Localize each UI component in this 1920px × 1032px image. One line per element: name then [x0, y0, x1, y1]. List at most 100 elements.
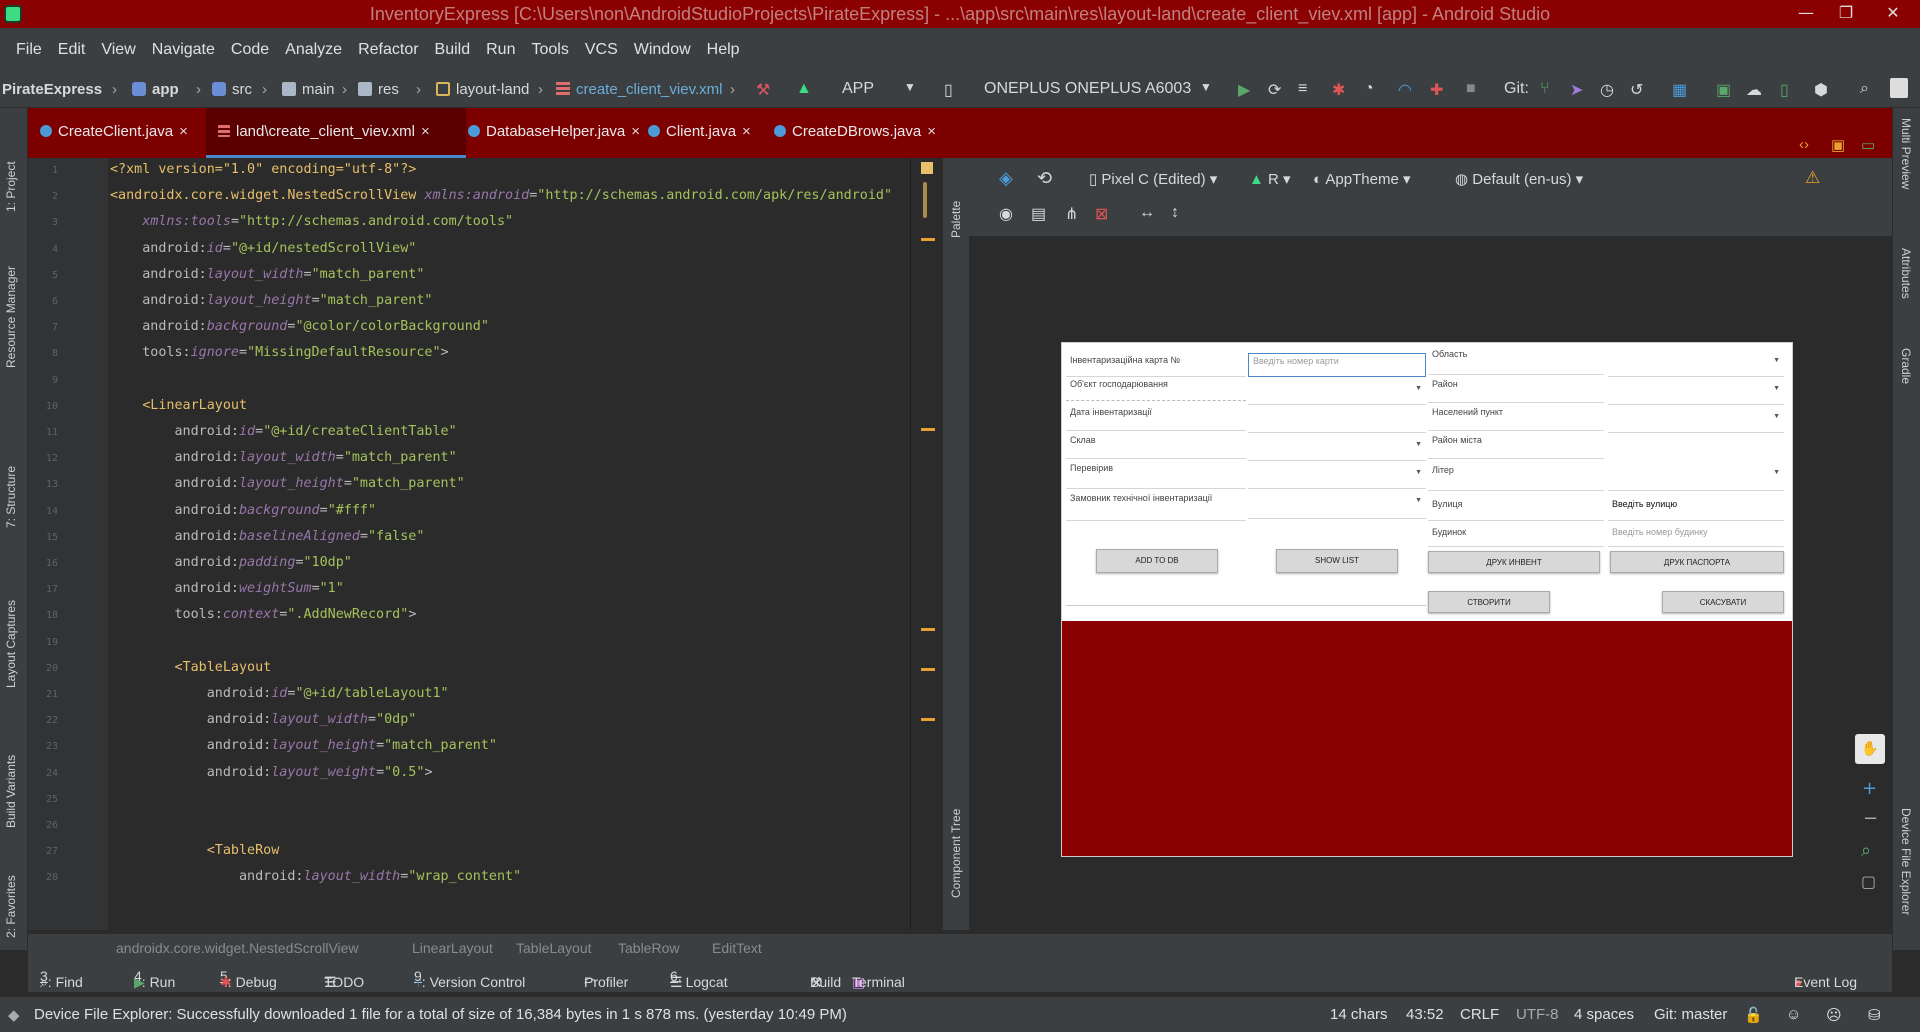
eye-icon[interactable]: ◉	[999, 204, 1013, 224]
breadcrumb-file[interactable]: create_client_viev.xml	[556, 81, 722, 98]
tool-palette[interactable]: Palette	[949, 178, 963, 238]
code-line[interactable]: 4 android:id="@+id/nestedScrollView"	[28, 237, 911, 263]
code-line[interactable]: 24 android:layout_weight="0.5">	[28, 761, 911, 787]
code-line[interactable]: 1 <?xml version="1.0" encoding="utf-8"?>	[28, 158, 911, 184]
profiler-icon[interactable]: ◠	[1398, 80, 1412, 100]
history-icon[interactable]: ◷	[1600, 80, 1614, 100]
run-config-select[interactable]: APP	[842, 80, 874, 98]
file-encoding[interactable]: UTF-8	[1516, 1006, 1559, 1023]
search-icon[interactable]: ⌕	[1860, 80, 1869, 98]
print-inventory-button[interactable]: ДРУК ИНВЕНТ	[1428, 551, 1600, 573]
breadcrumb-project[interactable]: PirateExpress	[2, 81, 102, 98]
split-view-icon[interactable]: ▣	[1831, 136, 1845, 154]
scrollbar-thumb[interactable]	[923, 182, 927, 218]
form-label[interactable]: Район міста	[1428, 433, 1604, 459]
project-structure-icon[interactable]: ▦	[1672, 80, 1687, 100]
maximize-button[interactable]: ❐	[1826, 0, 1866, 28]
tab-createdbrows[interactable]: CreateDBrows.java ×	[774, 108, 974, 158]
path-item[interactable]: TableRow	[618, 940, 679, 956]
menu-help[interactable]: Help	[699, 41, 748, 59]
inspection-icon[interactable]: ☺	[1786, 1006, 1801, 1023]
tool-gradle[interactable]: Gradle	[1899, 348, 1913, 418]
form-label[interactable]: Літер	[1428, 463, 1604, 491]
expand-horizontal-icon[interactable]: ↔	[1139, 204, 1155, 222]
caret-position[interactable]: 43:52	[1406, 1006, 1444, 1023]
entity-spinner[interactable]: ▼	[1248, 379, 1426, 405]
code-line[interactable]: 3 xmlns:tools="http://schemas.android.co…	[28, 210, 911, 236]
form-label[interactable]: Населений пункт	[1428, 405, 1604, 431]
code-editor[interactable]: 1 <?xml version="1.0" encoding="utf-8"?> 2…	[28, 158, 911, 930]
tool-device-file-explorer[interactable]: Device File Explorer	[1899, 808, 1913, 948]
form-label[interactable]: Район	[1428, 377, 1604, 403]
code-line[interactable]: 7 android:background="@color/colorBackgr…	[28, 315, 911, 341]
code-line[interactable]: 13 android:layout_height="match_parent"	[28, 472, 911, 498]
git-push-icon[interactable]: ➤	[1570, 80, 1583, 100]
code-line[interactable]: 8 tools:ignore="MissingDefaultResource">	[28, 341, 911, 367]
code-line[interactable]: 10 <LinearLayout	[28, 394, 911, 420]
menu-navigate[interactable]: Navigate	[144, 41, 223, 59]
menu-window[interactable]: Window	[626, 41, 699, 59]
form-label[interactable]: Інвентаризаційна карта №	[1066, 353, 1246, 377]
layers-icon[interactable]: ◈	[999, 168, 1013, 189]
breadcrumb-app[interactable]: app	[132, 81, 179, 98]
breadcrumb-layout-land[interactable]: layout-land	[436, 81, 529, 98]
avd-manager-icon[interactable]: ▯	[1780, 80, 1789, 100]
version-control-tool[interactable]: ⑂ 9: Version Control	[414, 968, 525, 990]
zoom-in-icon[interactable]: +	[1862, 778, 1877, 799]
tool-attributes[interactable]: Attributes	[1899, 248, 1913, 328]
line-separator[interactable]: CRLF	[1460, 1006, 1499, 1023]
zoom-fit-icon[interactable]: ⌕	[1861, 840, 1871, 861]
pan-hand-icon[interactable]: ✋	[1855, 734, 1885, 764]
chevron-down-icon[interactable]: ▼	[1200, 80, 1212, 94]
debug-icon[interactable]: ✱	[1332, 80, 1345, 100]
code-line[interactable]: 19	[28, 630, 911, 656]
expand-vertical-icon[interactable]: ↕	[1171, 204, 1179, 222]
status-message[interactable]: Device File Explorer: Successfully downl…	[34, 1006, 847, 1023]
clear-constraints-icon[interactable]: ⊠	[1095, 204, 1108, 224]
logcat-tool[interactable]: ☰ 6: Logcat	[670, 968, 728, 990]
checker-spinner[interactable]: ▼	[1248, 463, 1426, 489]
form-label[interactable]: Будинок	[1428, 525, 1604, 547]
tool-component-tree[interactable]: Component Tree	[949, 798, 963, 898]
create-button[interactable]: СТВОРИТИ	[1428, 591, 1550, 613]
indent-setting[interactable]: 4 spaces	[1574, 1006, 1634, 1023]
device-select[interactable]: ONEPLUS ONEPLUS A6003	[984, 80, 1191, 98]
composer-spinner[interactable]: ▼	[1248, 435, 1426, 461]
blueprint-icon[interactable]: ▤	[1031, 204, 1046, 224]
tool-project[interactable]: 1: Project	[4, 122, 18, 212]
code-line[interactable]: 27 <TableRow	[28, 839, 911, 865]
find-tool[interactable]: ⌕ 3: Find	[40, 968, 83, 990]
run-icon[interactable]: ▶	[1238, 80, 1250, 100]
menu-file[interactable]: File	[8, 41, 50, 59]
code-line[interactable]: 16 android:padding="10dp"	[28, 551, 911, 577]
code-line[interactable]: 14 android:background="#fff"	[28, 499, 911, 525]
api-dropdown[interactable]: ▲ R ▾	[1249, 170, 1291, 188]
code-line[interactable]: 5 android:layout_width="match_parent"	[28, 263, 911, 289]
zoom-out-icon[interactable]: −	[1863, 808, 1878, 829]
code-line[interactable]: 28 android:layout_width="wrap_content"	[28, 865, 911, 891]
code-view-icon[interactable]: ‹›	[1799, 136, 1809, 153]
code-line[interactable]: 9	[28, 368, 911, 394]
close-icon[interactable]: ×	[927, 123, 936, 140]
code-line[interactable]: 26	[28, 813, 911, 839]
menu-code[interactable]: Code	[223, 41, 277, 59]
code-line[interactable]: 21 android:id="@+id/tableLayout1"	[28, 682, 911, 708]
breadcrumb-src[interactable]: src	[212, 81, 252, 98]
tool-layout-captures[interactable]: Layout Captures	[4, 568, 18, 688]
menu-view[interactable]: View	[93, 41, 143, 59]
menu-tools[interactable]: Tools	[523, 41, 576, 59]
avatar[interactable]	[1890, 78, 1908, 98]
device-dropdown[interactable]: ▯ Pixel C (Edited) ▾	[1089, 170, 1217, 188]
code-line[interactable]: 20 <TableLayout	[28, 656, 911, 682]
apply-changes-icon[interactable]: ⟳	[1268, 80, 1281, 100]
sdk-manager-icon[interactable]: ⬢	[1814, 80, 1828, 100]
print-passport-button[interactable]: ДРУК ПАСПОРТА	[1610, 551, 1784, 573]
close-icon[interactable]: ×	[742, 123, 751, 140]
menu-run[interactable]: Run	[478, 41, 523, 59]
minimize-button[interactable]: —	[1786, 0, 1826, 28]
tool-multi-preview[interactable]: Multi Preview	[1899, 118, 1913, 228]
cancel-button[interactable]: СКАСУВАТИ	[1662, 591, 1784, 613]
git-branch[interactable]: Git: master	[1654, 1006, 1727, 1023]
form-label[interactable]: Область	[1428, 347, 1604, 375]
device-preview[interactable]: Інвентаризаційна карта № Об'єкт господар…	[1061, 342, 1793, 857]
